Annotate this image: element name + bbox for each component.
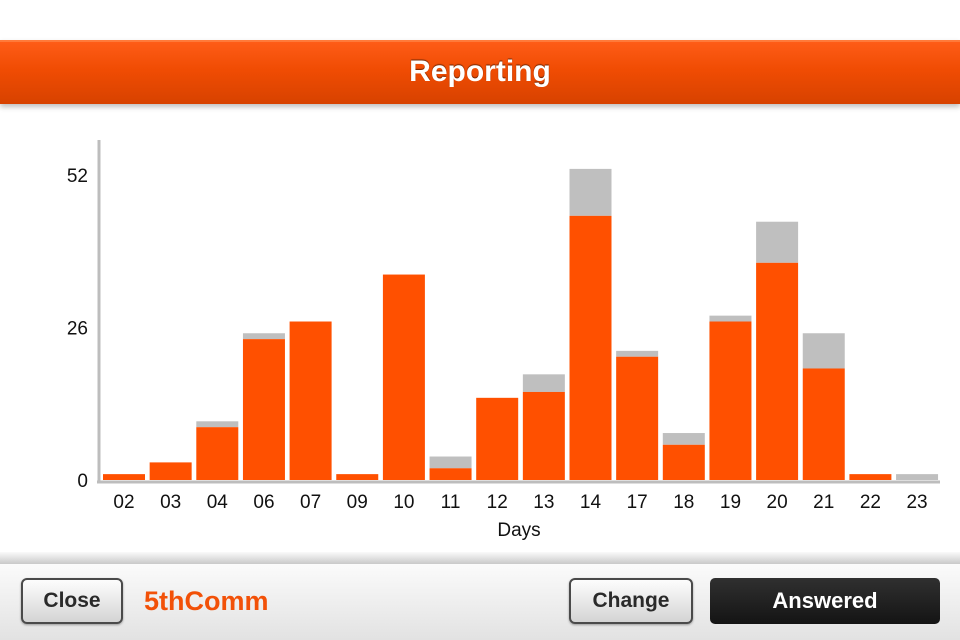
footer-divider: [0, 552, 960, 564]
x-tick-label: 20: [767, 492, 788, 513]
bar-20-other: [756, 221, 799, 263]
bars: [103, 168, 939, 480]
x-tick-label: 09: [347, 492, 368, 513]
bar-04-other: [196, 421, 239, 428]
change-button[interactable]: Change: [569, 578, 693, 624]
bar-17-other: [616, 350, 659, 357]
y-axis: 0 26 52: [67, 140, 101, 492]
bar-09-answered: [336, 474, 379, 480]
close-button[interactable]: Close: [21, 578, 123, 624]
x-axis: 02 03 04 06 07 09 10 11 12 13 14 17 18 19 20 21 22 23: [97, 480, 940, 513]
bar-07-answered: [289, 321, 332, 480]
bar-22-answered: [849, 474, 892, 480]
bar-11-other: [429, 456, 472, 469]
x-tick-label: 22: [860, 492, 881, 513]
bar-19-answered: [709, 321, 752, 480]
bar-06-other: [242, 333, 285, 340]
header-bar: Reporting: [0, 40, 960, 104]
x-tick-label: 07: [300, 492, 321, 513]
bar-12-answered: [476, 397, 519, 480]
bar-06-answered: [242, 339, 285, 480]
bar-23-other: [896, 474, 939, 480]
x-tick-label: 23: [906, 492, 927, 513]
bar-17-answered: [616, 356, 659, 480]
x-tick-label: 02: [113, 492, 134, 513]
bar-04-answered: [196, 427, 239, 480]
chart-svg: 0 26 52 02 03 04 06 07 09 10 11 12 13 14 17 18 19 20 21 22…: [67, 140, 940, 541]
x-tick-label: 12: [487, 492, 508, 513]
brand-label: 5thComm: [144, 586, 269, 616]
bar-14-other: [569, 168, 612, 216]
x-tick-label: 13: [533, 492, 554, 513]
bar-chart: 0 26 52 02 03 04 06 07 09 10 11 12 13 14 17 18 19 20 21 22…: [0, 104, 960, 554]
x-tick-label: 17: [627, 492, 648, 513]
bar-20-answered: [756, 262, 799, 480]
x-axis-label: Days: [497, 520, 540, 541]
y-tick-label: 26: [67, 318, 88, 339]
bar-14-answered: [569, 215, 612, 480]
x-tick-label: 14: [580, 492, 602, 513]
y-tick-label: 0: [77, 471, 88, 492]
x-tick-label: 19: [720, 492, 741, 513]
bar-10-answered: [382, 274, 425, 480]
bar-21-other: [802, 333, 845, 369]
footer-toolbar: Close 5thComm Change Answered: [0, 564, 960, 640]
x-tick-label: 18: [673, 492, 694, 513]
bar-18-answered: [662, 444, 705, 480]
x-tick-label: 06: [253, 492, 274, 513]
page-title: Reporting: [409, 55, 551, 88]
bar-02-answered: [103, 474, 145, 480]
bar-21-answered: [802, 368, 845, 480]
x-tick-label: 11: [441, 492, 461, 513]
x-tick-label: 04: [207, 492, 229, 513]
answered-button[interactable]: Answered: [710, 578, 940, 624]
bar-13-answered: [522, 391, 565, 480]
y-tick-label: 52: [67, 166, 88, 187]
bar-13-other: [522, 374, 565, 392]
x-tick-label: 10: [393, 492, 414, 513]
bar-11-answered: [429, 468, 472, 480]
bar-19-other: [709, 315, 752, 322]
bar-18-other: [662, 433, 705, 445]
x-tick-label: 03: [160, 492, 181, 513]
bar-03-answered: [149, 462, 192, 480]
x-tick-label: 21: [813, 492, 834, 513]
